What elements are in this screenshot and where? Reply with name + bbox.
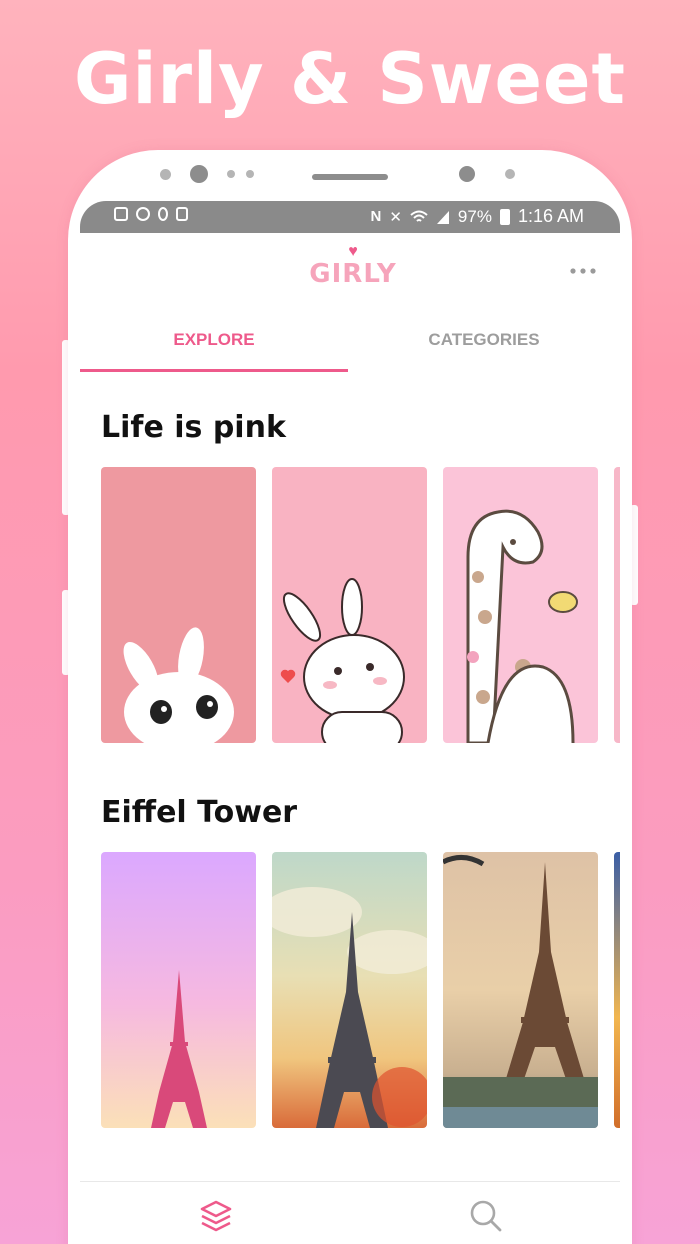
tab-categories[interactable]: CATEGORIES: [350, 323, 618, 373]
section-title-life-is-pink: Life is pink: [101, 410, 286, 445]
battery-percent: 97%: [457, 206, 492, 226]
wallpaper-row-eiffel-tower[interactable]: [101, 852, 620, 1128]
phone-sensor: [246, 170, 254, 178]
eiffel-clouds-wallpaper: [272, 887, 427, 1128]
mute-icon: ✕: [389, 208, 402, 226]
heart-icon: ♥: [348, 243, 358, 260]
wallpaper-card[interactable]: [272, 467, 427, 743]
section-title-eiffel-tower: Eiffel Tower: [101, 795, 298, 830]
phone-front-camera: [190, 165, 208, 183]
bunny-heart-wallpaper: [280, 578, 405, 743]
app-logo: ♥ GIRLY: [308, 243, 398, 290]
phone-sensor: [505, 169, 515, 179]
wallpaper-card[interactable]: [614, 467, 620, 743]
more-options-button[interactable]: [570, 255, 596, 281]
wallpaper-card[interactable]: [101, 467, 256, 743]
eiffel-pink-sky-wallpaper: [151, 970, 207, 1128]
tab-explore[interactable]: EXPLORE: [80, 323, 348, 373]
lock-notification-icon: [158, 207, 168, 221]
search-icon: [470, 1200, 502, 1232]
gallery-notification-icon: [114, 207, 128, 221]
phone-sensor: [160, 169, 171, 180]
active-tab-indicator: [80, 369, 348, 372]
signal-icon: [436, 210, 449, 224]
eiffel-sunset-wallpaper: [443, 855, 598, 1128]
wallpaper-card[interactable]: [101, 852, 256, 1128]
wallpaper-card[interactable]: [443, 467, 598, 743]
layers-icon: [200, 1200, 232, 1232]
battery-icon: [499, 208, 510, 225]
phone-speaker: [312, 174, 388, 180]
wallpaper-card[interactable]: [443, 852, 598, 1128]
giraffe-bird-wallpaper: [466, 509, 578, 743]
nav-search-button[interactable]: [468, 1198, 504, 1234]
more-dots-icon: [570, 268, 596, 274]
tab-bar: EXPLORE CATEGORIES: [80, 323, 620, 373]
nfc-icon: N: [370, 208, 382, 225]
promo-title: Girly & Sweet: [74, 38, 626, 120]
logo-text: GIRLY: [309, 259, 397, 289]
bottom-nav-divider: [80, 1181, 620, 1182]
status-bar: N ✕ 97% 1:16 AM: [80, 201, 620, 233]
bunny-pink-wallpaper: [123, 627, 234, 743]
phone-sensor: [227, 170, 235, 178]
wallpaper-card[interactable]: [272, 852, 427, 1128]
nav-explore-button[interactable]: [198, 1198, 234, 1234]
do-not-disturb-icon: [136, 207, 150, 221]
wallpaper-row-life-is-pink[interactable]: [101, 467, 620, 743]
wallpaper-card[interactable]: [614, 852, 620, 1128]
wifi-icon: [410, 210, 428, 222]
app-screen: ♥ GIRLY EXPLORE CATEGORIES Life is pink: [80, 233, 620, 1244]
status-time: 1:16 AM: [517, 206, 584, 226]
phone-proximity-sensor: [459, 166, 475, 182]
close-notification-icon: [176, 207, 188, 221]
